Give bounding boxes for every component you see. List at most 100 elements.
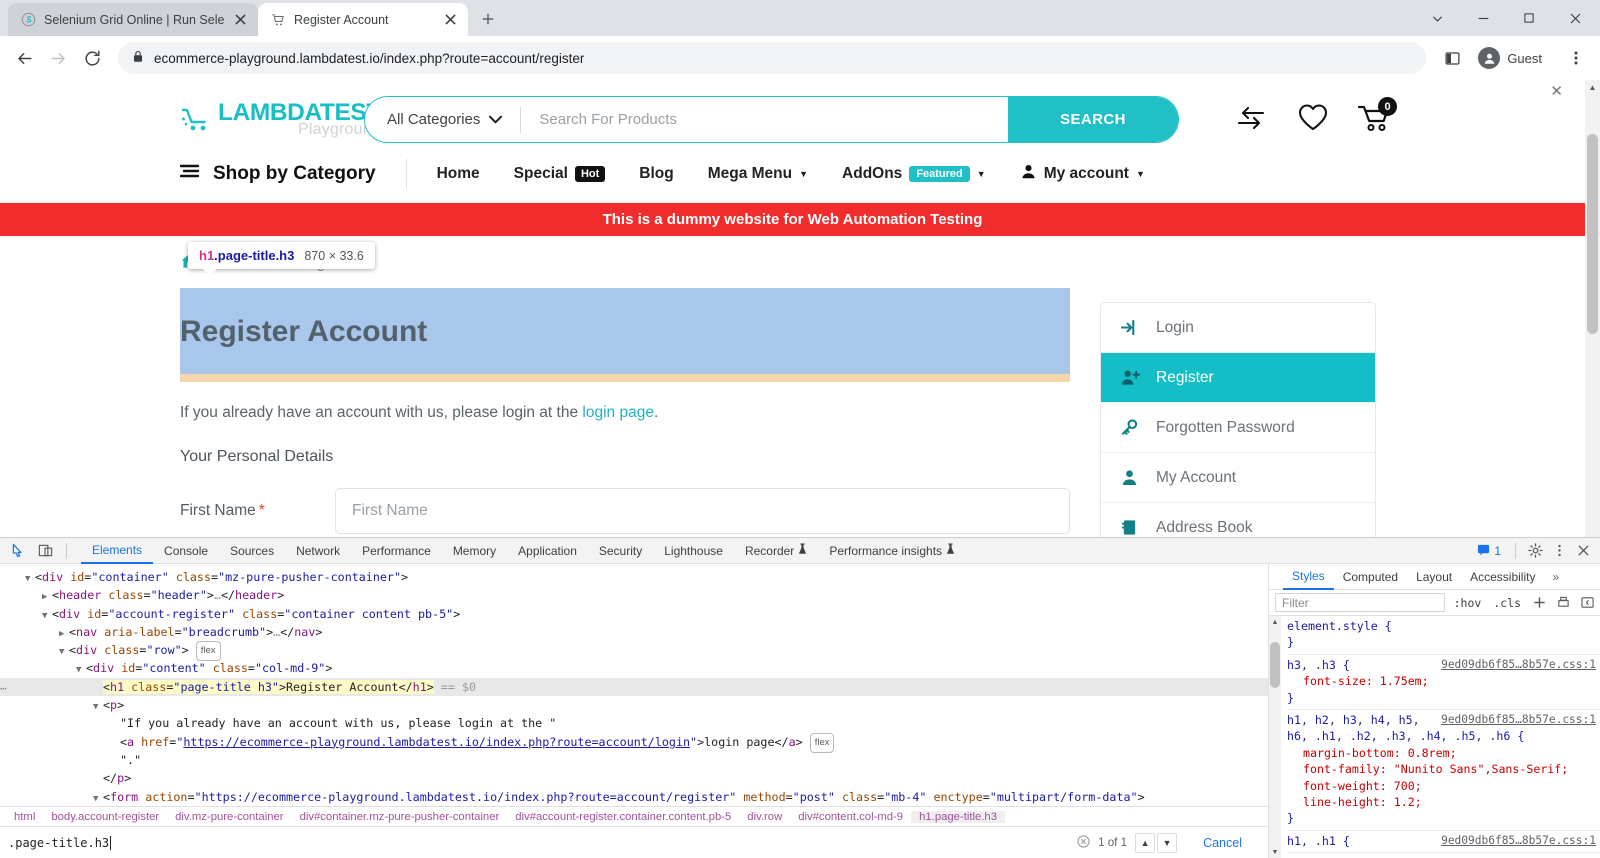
devtools-tab-elements[interactable]: Elements	[81, 538, 154, 564]
login-page-link[interactable]: login page	[582, 404, 654, 421]
css-rule[interactable]: 9ed09db6f85…8b57e.css:1 h3, .h3 {font-siz…	[1287, 655, 1600, 711]
css-declaration[interactable]: font-weight: 700;	[1287, 778, 1600, 794]
dom-search-cancel-button[interactable]: Cancel	[1185, 836, 1268, 850]
split-panel-icon[interactable]	[1436, 42, 1468, 74]
css-declaration[interactable]: margin-bottom: 0.8rem;	[1287, 745, 1600, 761]
devtools-tab-performance[interactable]: Performance	[351, 538, 442, 564]
dom-crumb[interactable]: div.mz-pure-container	[167, 811, 291, 823]
plus-icon[interactable]	[1530, 594, 1548, 612]
styles-tab-accessibility[interactable]: Accessibility	[1461, 564, 1544, 590]
dom-node-line[interactable]: </p>	[0, 769, 1268, 787]
tab-close-icon[interactable]	[232, 12, 248, 28]
dom-node-line[interactable]: ⋯ <h1 class="page-title h3">Register Acco…	[0, 677, 1268, 697]
search-button[interactable]: SEARCH	[1008, 97, 1178, 142]
chevron-down-icon[interactable]: ▼	[1157, 832, 1178, 853]
dom-crumb[interactable]: html	[6, 811, 43, 823]
dom-crumb-selected[interactable]: h1.page-title.h3	[911, 810, 1005, 823]
address-bar[interactable]: ecommerce-playground.lambdatest.io/index…	[118, 42, 1427, 74]
devtools-tab-security[interactable]: Security	[588, 538, 653, 564]
dom-node-line[interactable]: <a href="https://ecommerce-playground.la…	[0, 732, 1268, 753]
compare-arrows-icon[interactable]	[1233, 105, 1269, 134]
dom-node-line[interactable]: ▼ <div id="account-register" class="conta…	[0, 605, 1268, 623]
css-rule[interactable]: 9ed09db6f85…8b57e.css:1 h1, h2, h3, h4, h…	[1287, 710, 1600, 831]
heart-icon[interactable]	[1297, 103, 1329, 136]
css-selector[interactable]: element.style {	[1287, 618, 1600, 634]
nav-link-home[interactable]: Home	[437, 165, 480, 183]
devtools-tab-lighthouse[interactable]: Lighthouse	[653, 538, 734, 564]
toggle-sidebar-icon[interactable]	[1578, 594, 1596, 612]
dom-node-line[interactable]: "."	[0, 751, 1268, 769]
new-tab-button[interactable]	[474, 5, 502, 33]
dom-node-line[interactable]: ▶ <nav aria-label="breadcrumb">…</nav>	[0, 623, 1268, 641]
kebab-menu-icon[interactable]	[1560, 42, 1592, 74]
browser-tab-1[interactable]: Selenium Grid Online | Run Selen	[8, 3, 258, 36]
maximize-button[interactable]	[1506, 0, 1552, 36]
dom-node-line[interactable]: "If you already have an account with us,…	[0, 714, 1268, 732]
print-style-icon[interactable]	[1554, 594, 1572, 612]
browser-tab-2[interactable]: Register Account	[258, 3, 468, 36]
site-logo[interactable]: LAMBDATEST Playground	[180, 100, 381, 139]
dom-crumb[interactable]: div.row	[739, 811, 790, 823]
dom-node-line[interactable]: ▼ <div class="row"> flex	[0, 641, 1268, 662]
css-source-link[interactable]: 9ed09db6f85…8b57e.css:1	[1441, 657, 1596, 673]
devtools-tab-network[interactable]: Network	[285, 538, 351, 564]
styles-more-tabs-icon[interactable]: »	[1544, 570, 1567, 584]
profile-chip[interactable]: Guest	[1474, 43, 1554, 73]
devtools-tab-performance-insights[interactable]: Performance insights	[818, 538, 966, 564]
sidebar-item-login[interactable]: Login	[1101, 303, 1375, 353]
devtools-tab-application[interactable]: Application	[507, 538, 588, 564]
styles-filter-input[interactable]: Filter	[1275, 593, 1445, 612]
expand-triangle-icon[interactable]: ▼	[93, 790, 103, 806]
kebab-menu-icon[interactable]	[1548, 541, 1570, 561]
category-dropdown[interactable]: All Categories	[365, 111, 520, 128]
devtools-tab-sources[interactable]: Sources	[219, 538, 285, 564]
sidebar-item-register[interactable]: Register	[1101, 353, 1375, 403]
css-source-link[interactable]: 9ed09db6f85…8b57e.css:1	[1441, 833, 1596, 849]
force-hover-state-button[interactable]: :hov	[1451, 596, 1485, 610]
dom-node-line[interactable]: ▼ <form action="https://ecommerce-playgro…	[0, 788, 1268, 806]
forward-button[interactable]	[42, 42, 74, 74]
clear-icon[interactable]	[1077, 834, 1090, 851]
dom-node-line[interactable]: ▼ <div id="container" class="mz-pure-push…	[0, 568, 1268, 586]
chevron-up-icon[interactable]: ▲	[1135, 832, 1156, 853]
close-window-button[interactable]	[1552, 0, 1598, 36]
scroll-up-arrow-icon[interactable]: ▲	[1585, 80, 1600, 95]
styles-scrollbar-thumb[interactable]	[1270, 642, 1280, 688]
shop-by-category-button[interactable]: Shop by Category	[179, 163, 376, 185]
devtools-tab-recorder[interactable]: Recorder	[734, 538, 818, 564]
devtools-message-count[interactable]: 1	[1471, 543, 1507, 559]
sidebar-item-my-account[interactable]: My Account	[1101, 453, 1375, 503]
css-declaration[interactable]: line-height: 1.2;	[1287, 794, 1600, 810]
css-rules-list[interactable]: element.style {} 9ed09db6f85…8b57e.css:1 h…	[1281, 616, 1600, 858]
dom-crumb[interactable]: div#content.col-md-9	[790, 811, 911, 823]
css-declaration[interactable]: font-size: 1.75em;	[1287, 673, 1600, 689]
css-rule[interactable]: element.style {}	[1287, 616, 1600, 655]
dom-node-line[interactable]: ▼ <div id="content" class="col-md-9">	[0, 659, 1268, 677]
nav-link-my-account[interactable]: My account ▼	[1020, 163, 1145, 185]
page-notice-close-icon[interactable]: ✕	[1550, 82, 1563, 100]
dom-node-line[interactable]: ▼ <p>	[0, 696, 1268, 714]
styles-scrollbar[interactable]: ▲ ▼	[1269, 616, 1281, 858]
dom-crumb[interactable]: div#account-register.container.content.p…	[507, 811, 739, 823]
devtools-tab-console[interactable]: Console	[153, 538, 219, 564]
inspect-element-icon[interactable]	[8, 541, 30, 561]
css-source-link[interactable]: 9ed09db6f85…8b57e.css:1	[1441, 712, 1596, 728]
close-icon[interactable]	[1572, 541, 1594, 561]
tab-close-icon[interactable]	[442, 12, 458, 28]
scroll-up-arrow-icon[interactable]: ▲	[1269, 616, 1281, 628]
minimize-button[interactable]	[1460, 0, 1506, 36]
nav-link-blog[interactable]: Blog	[639, 165, 673, 183]
nav-link-special[interactable]: Special Hot	[514, 165, 606, 183]
dom-search-input[interactable]: .page-title.h3	[8, 835, 1069, 850]
nav-link-mega-menu[interactable]: Mega Menu ▼	[708, 165, 808, 183]
styles-tab-layout[interactable]: Layout	[1407, 564, 1461, 590]
dom-crumb[interactable]: body.account-register	[43, 811, 167, 823]
devtools-tab-memory[interactable]: Memory	[442, 538, 507, 564]
gear-icon[interactable]	[1524, 541, 1546, 561]
first-name-input[interactable]: First Name	[335, 488, 1070, 535]
scroll-down-arrow-icon[interactable]: ▼	[1269, 846, 1281, 858]
styles-tab-computed[interactable]: Computed	[1334, 564, 1407, 590]
dom-crumb[interactable]: div#container.mz-pure-pusher-container	[292, 811, 508, 823]
dom-node-line[interactable]: ▶ <header class="header">…</header>	[0, 586, 1268, 604]
nav-link-addons[interactable]: AddOns Featured ▼	[842, 165, 986, 183]
